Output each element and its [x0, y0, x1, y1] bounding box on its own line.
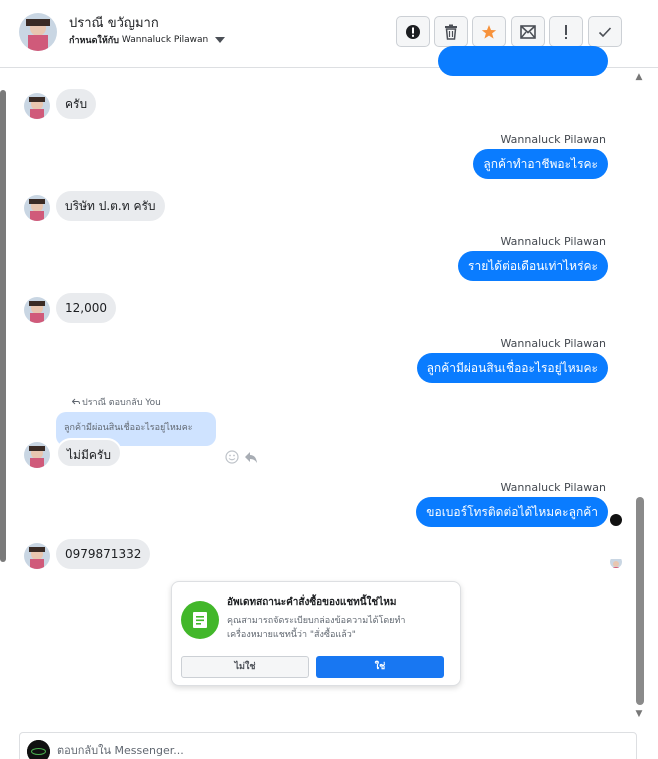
prompt-title: อัพเดทสถานะคำสั่งซื้อของแชทนี้ใช่ไหม — [227, 597, 397, 608]
envelope-icon — [520, 24, 536, 39]
contact-avatar-small — [24, 195, 50, 221]
chat-window: ปราณี ขวัญมาก กำหนดให้กับ Wannaluck Pila… — [0, 0, 658, 759]
assigned-label: กำหนดให้กับ — [69, 36, 119, 46]
delete-button[interactable] — [434, 16, 468, 47]
message-bubble-outgoing-partial — [438, 46, 608, 76]
contact-avatar-small — [24, 297, 50, 323]
message-bubble-incoming[interactable]: บริษัท ป.ต.ท ครับ — [56, 191, 165, 221]
message-bubble-outgoing[interactable]: รายได้ต่อเดือนเท่าไหร่คะ — [458, 251, 608, 281]
contact-avatar-small — [24, 543, 50, 569]
star-icon — [481, 24, 497, 39]
message-bubble-incoming[interactable]: 0979871332 — [56, 539, 151, 569]
exclamation-icon — [565, 24, 567, 39]
contact-avatar[interactable] — [19, 13, 57, 51]
message-bubble-incoming[interactable]: ครับ — [56, 89, 97, 119]
receipt-icon — [181, 601, 219, 639]
mark-unread-button[interactable] — [511, 16, 545, 47]
message-bubble-outgoing[interactable]: ลูกค้ามีผ่อนสินเชื่ออะไรอยู่ไหมคะ — [416, 353, 608, 383]
seen-indicator-avatar — [610, 514, 622, 526]
read-receipt-avatar — [610, 556, 622, 568]
sender-name: Wannaluck Pilawan — [500, 133, 607, 146]
message-bubble-incoming[interactable]: 12,000 — [56, 293, 116, 323]
spam-button[interactable] — [396, 16, 430, 47]
reply-icon[interactable] — [244, 450, 258, 468]
messages-scrollbar-thumb[interactable] — [636, 497, 644, 705]
outer-scrollbar[interactable] — [0, 90, 6, 562]
reply-indicator: ปราณี ตอบกลับ You — [72, 395, 161, 409]
scroll-up-icon[interactable]: ▲ — [634, 72, 644, 82]
chevron-down-icon — [215, 37, 226, 43]
sender-name: Wannaluck Pilawan — [500, 481, 607, 494]
message-input[interactable] — [57, 744, 617, 757]
reply-arrow-icon — [72, 398, 80, 405]
sender-name: Wannaluck Pilawan — [500, 337, 607, 350]
message-bubble-incoming[interactable]: ไม่มีครับ — [56, 438, 122, 468]
prompt-no-button[interactable]: ไม่ใช่ — [181, 656, 309, 678]
scroll-down-icon[interactable]: ▼ — [634, 709, 644, 719]
emoji-reaction-icon[interactable] — [225, 450, 239, 468]
message-bubble-outgoing[interactable]: ลูกค้าทำอาชีพอะไรคะ — [473, 149, 608, 179]
assignee-name: Wannaluck Pilawan — [121, 35, 209, 45]
done-button[interactable] — [588, 16, 622, 47]
message-bubble-outgoing[interactable]: ขอเบอร์โทรติดต่อได้ไหมคะลูกค้า — [416, 497, 608, 527]
reply-composer — [19, 732, 637, 759]
prompt-yes-button[interactable]: ใช่ — [316, 656, 444, 678]
contact-avatar-small — [24, 93, 50, 119]
trash-icon — [445, 24, 457, 40]
contact-avatar-small — [24, 442, 50, 468]
follow-up-button[interactable] — [549, 16, 583, 47]
contact-name: ปราณี ขวัญมาก — [69, 16, 159, 31]
star-button[interactable] — [472, 16, 506, 47]
order-status-prompt: อัพเดทสถานะคำสั่งซื้อของแชทนี้ใช่ไหม คุณ… — [171, 581, 461, 686]
alert-circle-icon — [406, 24, 420, 39]
reply-meta-text: ปราณี ตอบกลับ You — [82, 398, 161, 408]
sender-name: Wannaluck Pilawan — [500, 235, 607, 248]
prompt-body: คุณสามารถจัดระเบียบกล่องข้อความได้โดยทำเ… — [227, 616, 406, 640]
check-icon — [598, 26, 612, 37]
page-avatar — [27, 740, 50, 759]
assignee-selector[interactable]: กำหนดให้กับ Wannaluck Pilawan — [69, 33, 226, 47]
